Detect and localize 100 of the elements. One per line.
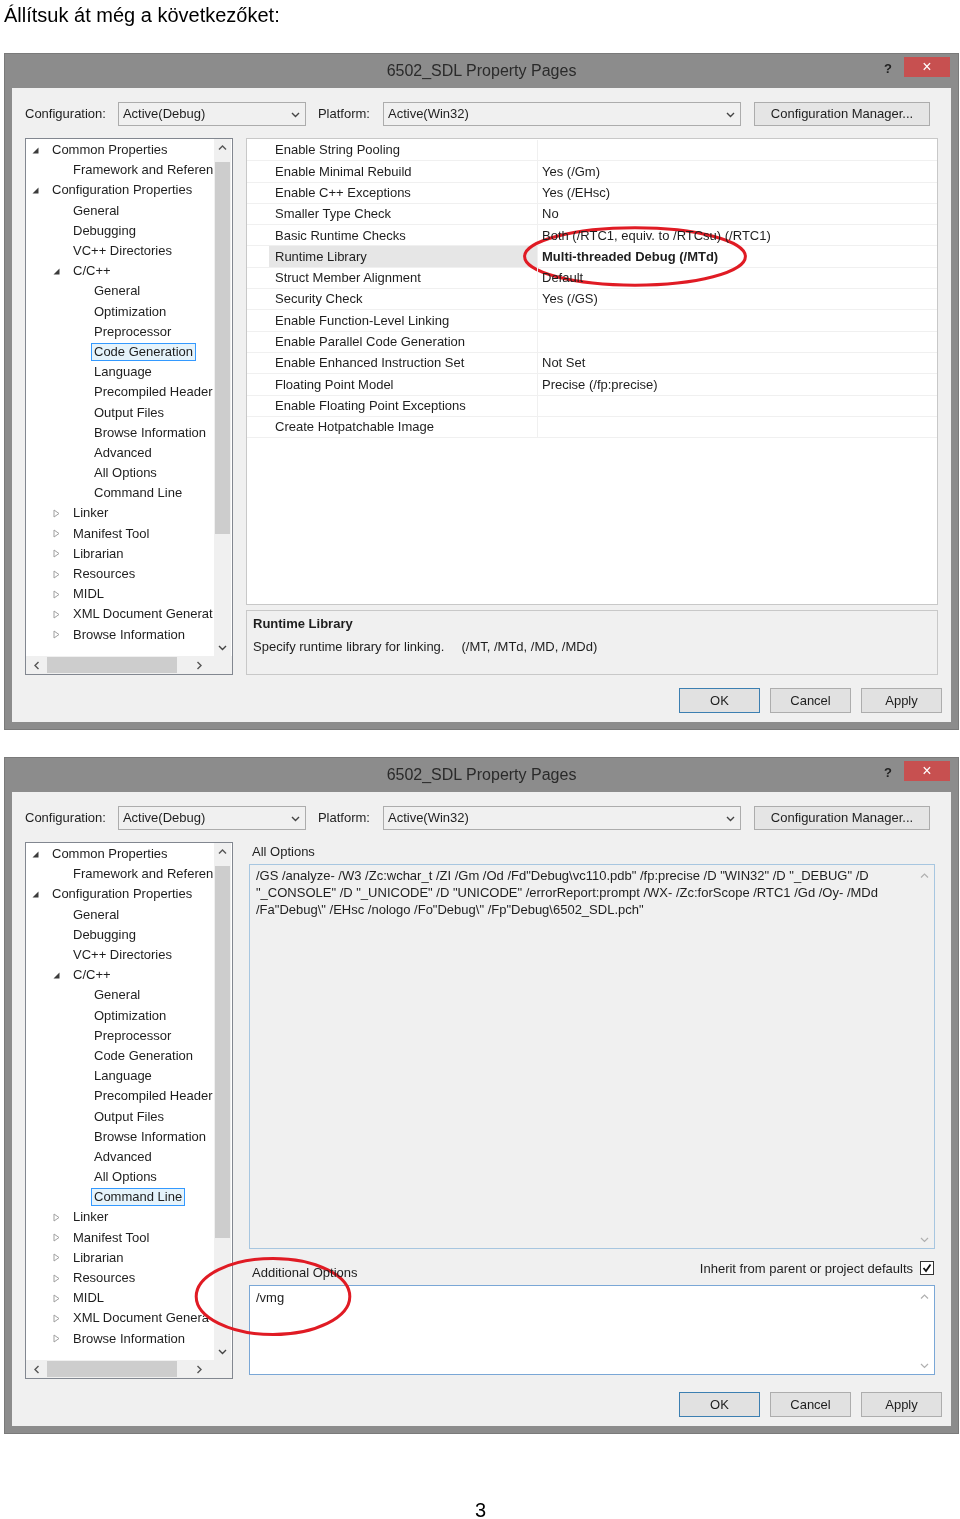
tree-item[interactable]: Command Line (91, 484, 186, 503)
tree-item[interactable]: Common Properties (49, 845, 171, 864)
tree-item[interactable]: Manifest Tool (70, 1228, 153, 1247)
tree-item[interactable]: XML Document Generat (70, 605, 214, 624)
checkbox-label: Inherit from parent or project defaults (699, 1259, 913, 1278)
tree-item[interactable]: C/C++ (70, 966, 114, 985)
property-value[interactable]: No (542, 204, 559, 224)
tree-item[interactable]: Language (91, 1067, 155, 1086)
close-button[interactable]: × (904, 761, 950, 781)
tree-item[interactable]: Resources (70, 1269, 139, 1288)
property-value[interactable]: Not Set (542, 353, 586, 373)
tree-item[interactable]: Resources (70, 565, 139, 584)
help-button[interactable]: ? (884, 59, 892, 79)
tree-item[interactable]: Browse Information (70, 1329, 188, 1348)
tree-item[interactable]: Optimization (91, 1006, 170, 1025)
scroll-down-icon (217, 643, 228, 652)
property-name[interactable]: Runtime Library (269, 246, 537, 267)
platform-dropdown[interactable]: Active(Win32) (382, 102, 741, 126)
tree-item[interactable]: Debugging (70, 925, 139, 944)
tree-item[interactable]: General (91, 986, 144, 1005)
tree-item[interactable]: Configuration Properties (49, 885, 196, 904)
property-value[interactable]: Yes (/Gm) (542, 161, 601, 182)
tree-item[interactable]: Precompiled Header (91, 383, 214, 402)
tree-item[interactable]: Librarian (70, 544, 127, 563)
tree-item[interactable]: Preprocessor (91, 1026, 175, 1045)
close-button[interactable]: × (904, 57, 950, 77)
tree-item[interactable]: Precompiled Header (91, 1087, 214, 1106)
description-title: Runtime Library (253, 615, 354, 633)
scroll-down-icon (217, 1347, 228, 1356)
tree-item[interactable]: Preprocessor (91, 322, 175, 341)
tree-item[interactable]: Common Properties (49, 141, 171, 160)
description-options: (/MT, /MTd, /MD, /MDd) (461, 636, 598, 656)
property-value[interactable]: Precise (/fp:precise) (542, 374, 658, 395)
scroll-up-icon (217, 143, 228, 152)
dialog-button[interactable]: Cancel (770, 688, 851, 713)
tree-item[interactable]: C/C++ (70, 262, 114, 281)
window-title: 6502_SDL Property Pages (386, 61, 577, 81)
tree-item[interactable]: Browse Information (91, 423, 209, 442)
tree-item[interactable]: Framework and Referen (70, 161, 214, 180)
tree-item[interactable]: Advanced (91, 443, 155, 462)
tree-item[interactable]: Linker (70, 504, 112, 523)
tree-item[interactable]: Advanced (91, 1147, 155, 1166)
tree-item[interactable]: Browse Information (91, 1127, 209, 1146)
scroll-up-icon (919, 1292, 930, 1301)
tree-item[interactable]: XML Document Genera (70, 1309, 213, 1328)
scroll-up-icon (217, 847, 228, 856)
field-text: /vmg (255, 1289, 286, 1306)
scroll-right-icon (195, 659, 204, 671)
property-value[interactable]: Multi-threaded Debug (/MTd) (542, 246, 719, 267)
dialog-button[interactable]: OK (679, 688, 760, 713)
tree-item[interactable]: General (70, 201, 123, 220)
tree-item[interactable]: Code Generation (91, 1046, 196, 1065)
tree-item[interactable]: VC++ Directories (70, 946, 175, 965)
additional-options-field[interactable]: /vmg (249, 1285, 935, 1375)
tree-item[interactable]: Librarian (70, 1248, 127, 1267)
tree-item[interactable]: General (91, 282, 144, 301)
tree-item[interactable]: Command Line (91, 1188, 186, 1207)
property-value[interactable]: Yes (/GS) (542, 289, 598, 309)
scrollbar-thumb[interactable] (47, 1361, 177, 1377)
tree-item[interactable]: Manifest Tool (70, 524, 153, 543)
configuration-label: Configuration: (25, 809, 106, 828)
property-value[interactable]: Yes (/EHsc) (542, 183, 611, 203)
tree-item[interactable]: Debugging (70, 221, 139, 240)
scrollbar-thumb[interactable] (47, 657, 177, 673)
tree-item[interactable]: MIDL (70, 1289, 108, 1308)
dialog-button[interactable]: Apply (861, 1392, 942, 1417)
scroll-down-icon (919, 1235, 930, 1244)
tree-item[interactable]: Linker (70, 1208, 112, 1227)
tree-item[interactable]: Output Files (91, 1107, 168, 1126)
tree-item[interactable]: General (70, 905, 123, 924)
tree-item[interactable]: VC++ Directories (70, 242, 175, 261)
tree-item[interactable]: Browse Information (70, 625, 188, 644)
tree-item[interactable]: Framework and Referen (70, 865, 214, 884)
configuration-dropdown[interactable]: Active(Debug) (117, 806, 306, 830)
configuration-dropdown[interactable]: Active(Debug) (117, 102, 306, 126)
platform-label: Platform: (317, 809, 370, 828)
scroll-up-icon (919, 871, 930, 880)
dialog-button[interactable]: Cancel (770, 1392, 851, 1417)
tree-item[interactable]: Language (91, 363, 155, 382)
field-text: /GS /analyze- /W3 /Zc:wchar_t /ZI /Gm /Od /Fd"Debug\vc110.pdb" /fp:precise /D "WIN32" /D "_DEBUG" /D "_CONSOLE" /D "_UNICODE" /D "UNICODE" /errorReport:prompt /WX- /Zc:forScope /RTC1 /Gd /Oy- /MDd /Fa"Debug\" /EHsc /nologo /Fo"Debug\" /Fp"Debug\6502_SDL.pch" (255, 867, 879, 918)
tree-item[interactable]: Output Files (91, 403, 168, 422)
tree-item[interactable]: Optimization (91, 302, 170, 321)
tree-item[interactable]: All Options (91, 464, 160, 483)
configuration-label: Configuration: (25, 105, 106, 124)
tree-item[interactable]: Code Generation (91, 342, 196, 361)
scroll-right-icon (195, 1363, 204, 1375)
scrollbar-thumb[interactable] (215, 161, 230, 534)
page-number: 3 (475, 1498, 487, 1519)
configuration-manager-button[interactable]: Configuration Manager... (753, 102, 930, 126)
scrollbar-thumb[interactable] (215, 865, 230, 1238)
checkbox[interactable] (920, 1261, 934, 1276)
platform-dropdown[interactable]: Active(Win32) (382, 806, 741, 830)
configuration-manager-button[interactable]: Configuration Manager... (753, 806, 930, 830)
tree-item[interactable]: All Options (91, 1168, 160, 1187)
tree-item[interactable]: Configuration Properties (49, 181, 196, 200)
all-options-field[interactable] (249, 864, 935, 1249)
tree-item[interactable]: MIDL (70, 585, 108, 604)
dialog-button[interactable]: Apply (861, 688, 942, 713)
help-button[interactable]: ? (884, 763, 892, 783)
dialog-button[interactable]: OK (679, 1392, 760, 1417)
